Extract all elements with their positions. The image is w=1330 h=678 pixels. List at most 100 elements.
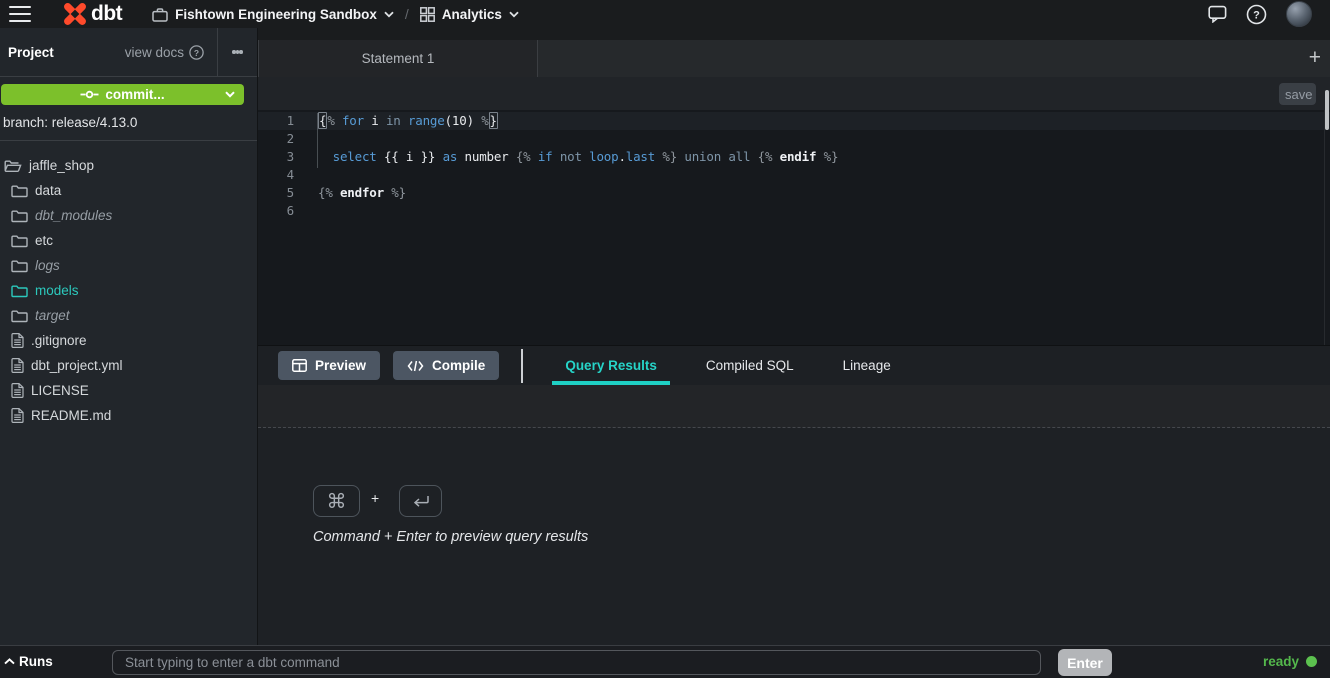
indent-guide <box>317 113 318 168</box>
tree-item--gitignore[interactable]: .gitignore <box>0 328 257 353</box>
table-icon <box>292 359 307 372</box>
editor-scrollbar-track <box>1324 110 1330 345</box>
code-line-5: 5{% endfor %} <box>258 184 1330 202</box>
tab-lineage[interactable]: Lineage <box>841 346 893 385</box>
results-content: ⌘ + Command + Enter to preview query res… <box>258 428 1330 645</box>
sidebar-header: Project view docs ? <box>0 28 257 77</box>
git-section: commit... branch: release/4.13.0 <box>0 77 257 141</box>
tree-item-label: data <box>35 183 61 198</box>
briefcase-icon <box>152 7 168 22</box>
tree-item-label: .gitignore <box>31 333 87 348</box>
editor-tab-bar: Statement 1 + <box>258 40 1330 77</box>
new-tab-button[interactable]: + <box>1309 45 1321 71</box>
breadcrumb-separator: / <box>405 6 409 22</box>
line-number: 3 <box>258 148 294 166</box>
code-line-2: 2 <box>258 130 1330 148</box>
tree-item-dbt-modules[interactable]: dbt_modules <box>0 203 257 228</box>
line-number: 2 <box>258 130 294 148</box>
code-line-3: 3 select {{ i }} as number {% if not loo… <box>258 148 1330 166</box>
status-dot <box>1306 656 1317 667</box>
brand-name: dbt <box>91 2 122 26</box>
folder-open-icon <box>4 159 22 173</box>
account-switcher[interactable]: Fishtown Engineering Sandbox <box>152 7 394 22</box>
tree-item-license[interactable]: LICENSE <box>0 378 257 403</box>
tree-item-etc[interactable]: etc <box>0 228 257 253</box>
tree-item-label: target <box>35 308 70 323</box>
tree-item-logs[interactable]: logs <box>0 253 257 278</box>
kebab-menu-icon[interactable] <box>218 49 257 56</box>
view-docs-label: view docs <box>125 45 184 60</box>
editor-scrollbar-thumb[interactable] <box>1325 90 1329 130</box>
tree-item-data[interactable]: data <box>0 178 257 203</box>
status-text: ready <box>1263 654 1299 669</box>
shortcut-hint: Command + Enter to preview query results <box>313 529 588 545</box>
tab-query-results[interactable]: Query Results <box>563 346 659 385</box>
branch-label: branch: release/4.13.0 <box>3 115 244 130</box>
code-line-6: 6 <box>258 202 1330 220</box>
tab-statement-1[interactable]: Statement 1 <box>258 40 538 77</box>
code-line-4: 4 <box>258 166 1330 184</box>
enter-button[interactable]: Enter <box>1058 649 1112 676</box>
dbt-command-input[interactable] <box>112 650 1041 675</box>
chevron-up-icon <box>4 658 15 665</box>
dbt-logo-icon <box>62 1 88 27</box>
commit-button[interactable]: commit... <box>1 84 244 105</box>
chevron-down-icon <box>225 91 235 98</box>
view-docs-link[interactable]: view docs ? <box>125 45 204 60</box>
file-icon <box>11 408 24 423</box>
save-button[interactable]: save <box>1279 83 1316 105</box>
results-tabs: Query Results Compiled SQL Lineage <box>563 346 892 385</box>
tree-item-target[interactable]: target <box>0 303 257 328</box>
top-bar-actions: ? <box>1208 1 1312 27</box>
dbt-logo: dbt <box>62 1 122 27</box>
file-icon <box>11 383 24 398</box>
account-name: Fishtown Engineering Sandbox <box>175 7 377 22</box>
toolbar-divider <box>521 349 523 383</box>
line-number: 6 <box>258 202 294 220</box>
tree-item-models[interactable]: models <box>0 278 257 303</box>
tree-item-label: dbt_project.yml <box>31 358 123 373</box>
runs-toggle[interactable]: Runs <box>4 654 53 669</box>
sidebar-title: Project <box>8 45 54 60</box>
user-avatar[interactable] <box>1286 1 1312 27</box>
file-icon <box>11 358 24 373</box>
command-glyph: ⌘ <box>327 489 347 514</box>
command-bar: Runs Enter ready <box>0 645 1330 678</box>
chevron-down-icon <box>384 11 394 18</box>
breadcrumb: Fishtown Engineering Sandbox / Analytics <box>152 6 519 22</box>
folder-icon <box>11 184 28 198</box>
code-text: {% for i in range(10) %} <box>318 112 498 130</box>
status-indicator: ready <box>1263 654 1317 669</box>
code-line-1: 1 {% for i in range(10) %} <box>258 112 1330 130</box>
tree-item-jaffle-shop[interactable]: jaffle_shop <box>0 153 257 178</box>
help-circle-icon: ? <box>189 45 204 60</box>
tab-label: Statement 1 <box>362 51 435 66</box>
compile-button[interactable]: Compile <box>393 351 499 380</box>
tab-compiled-sql[interactable]: Compiled SQL <box>704 346 796 385</box>
top-bar: dbt Fishtown Engineering Sandbox / <box>0 0 1330 28</box>
line-number: 4 <box>258 166 294 184</box>
file-icon <box>11 333 24 348</box>
line-number: 1 <box>258 112 294 130</box>
tree-item-readme-md[interactable]: README.md <box>0 403 257 428</box>
tree-item-dbt-project-yml[interactable]: dbt_project.yml <box>0 353 257 378</box>
commit-label: commit... <box>105 87 164 102</box>
project-switcher[interactable]: Analytics <box>420 7 519 22</box>
project-name: Analytics <box>442 7 502 22</box>
tree-item-label: etc <box>35 233 53 248</box>
code-icon <box>407 360 424 372</box>
preview-button[interactable]: Preview <box>278 351 380 380</box>
svg-text:?: ? <box>194 47 199 57</box>
grid-icon <box>420 7 435 22</box>
compile-label: Compile <box>432 358 485 373</box>
folder-icon <box>11 309 28 323</box>
results-toolbar: Preview Compile Query Results Compiled SQ… <box>258 345 1330 385</box>
editor-toolbar: save <box>258 77 1330 110</box>
svg-text:?: ? <box>1253 9 1260 21</box>
tree-item-label: LICENSE <box>31 383 89 398</box>
code-editor[interactable]: 1 {% for i in range(10) %} 23 select {{ i … <box>258 110 1330 345</box>
results-subheader <box>258 385 1330 428</box>
help-icon[interactable]: ? <box>1246 4 1267 25</box>
hamburger-menu-icon[interactable] <box>9 6 31 22</box>
chat-icon[interactable] <box>1208 5 1227 23</box>
